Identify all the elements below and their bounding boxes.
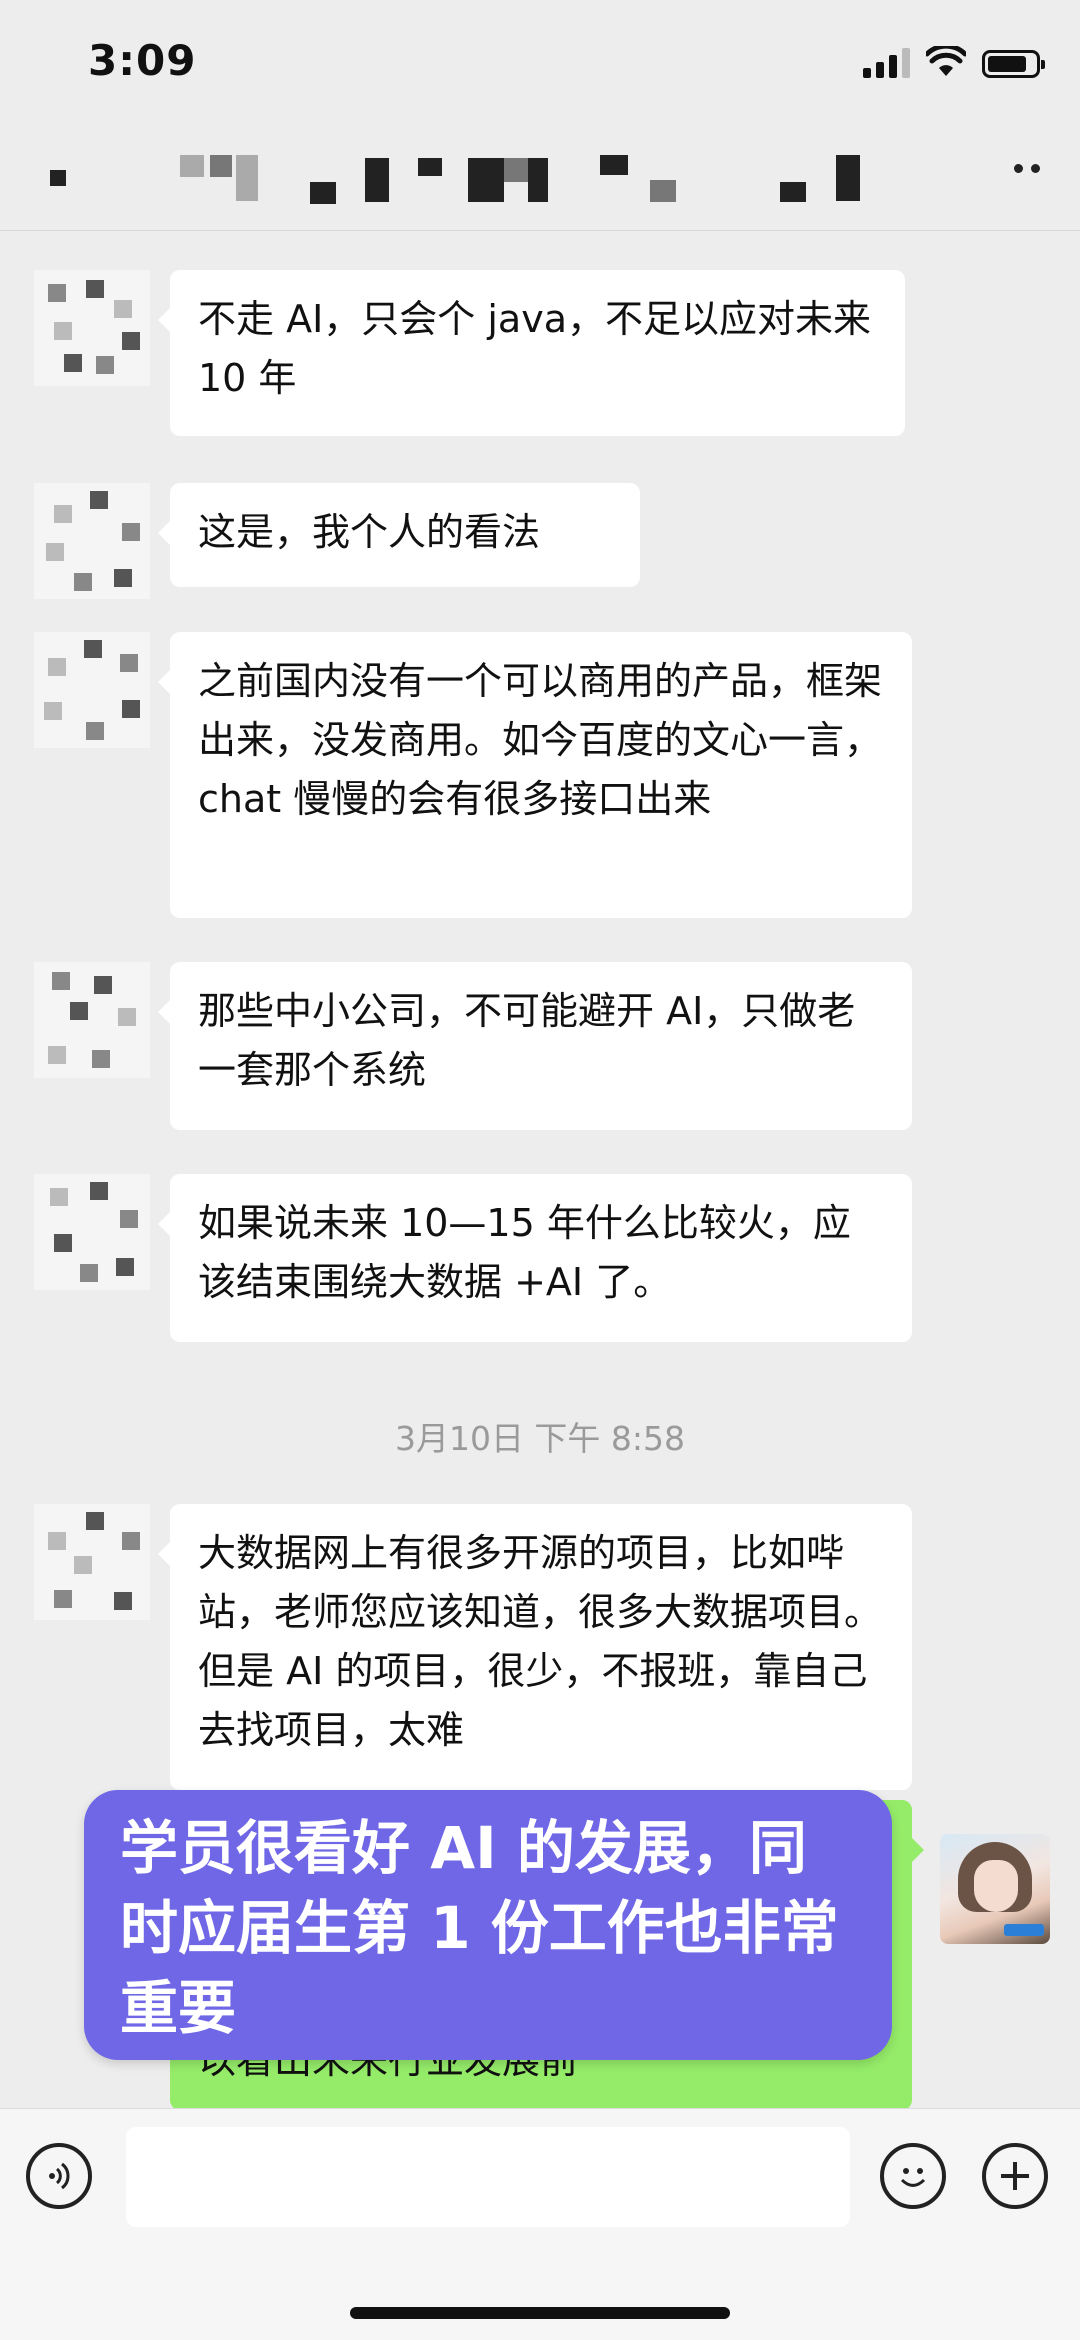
avatar[interactable] [34,1504,150,1620]
home-indicator[interactable] [350,2307,730,2319]
message-text: 如果说未来 10—15 年什么比较火，应该结束围绕大数据 +AI 了。 [198,1201,851,1304]
input-bar [0,2108,1080,2340]
battery-icon [982,50,1045,78]
chat-timestamp: 3月10日 下午 8:58 [394,1419,686,1458]
status-bar: 3:09 [0,0,1080,120]
caption-overlay: 学员很看好 AI 的发展，同时应届生第 1 份工作也非常重要 [84,1790,892,2060]
message-bubble[interactable]: 不走 AI，只会个 java，不足以应对未来 10 年 [158,270,905,436]
message-input[interactable] [126,2127,850,2227]
wifi-icon [926,46,966,76]
user-avatar[interactable] [940,1834,1050,1944]
message-text: 这是，我个人的看法 [198,510,541,554]
message-bubble[interactable]: 这是，我个人的看法 [158,483,640,587]
emoji-icon[interactable] [880,2143,946,2209]
message-bubble[interactable]: 如果说未来 10—15 年什么比较火，应该结束围绕大数据 +AI 了。 [158,1174,912,1342]
avatar[interactable] [34,1174,150,1290]
avatar[interactable] [34,270,150,386]
message-bubble[interactable]: 那些中小公司，不可能避开 AI，只做老一套那个系统 [158,962,912,1130]
message-text: 大数据网上有很多开源的项目，比如哔站，老师您应该知道，很多大数据项目。但是 AI… [198,1531,883,1752]
avatar[interactable] [34,483,150,599]
avatar[interactable] [34,632,150,748]
signal-bars-icon [863,46,910,78]
message-text: 不走 AI，只会个 java，不足以应对未来 10 年 [198,297,871,400]
voice-icon[interactable] [26,2143,92,2209]
message-bubble[interactable]: 大数据网上有很多开源的项目，比如哔站，老师您应该知道，很多大数据项目。但是 AI… [158,1504,912,1790]
status-time: 3:09 [88,36,197,85]
message-text: 之前国内没有一个可以商用的产品，框架出来，没发商用。如今百度的文心一言，chat… [198,659,883,821]
status-icons [863,46,1045,78]
more-dots-icon[interactable] [1014,164,1040,173]
plus-icon[interactable] [982,2143,1048,2209]
message-bubble[interactable]: 之前国内没有一个可以商用的产品，框架出来，没发商用。如今百度的文心一言，chat… [158,632,912,918]
message-text: 那些中小公司，不可能避开 AI，只做老一套那个系统 [198,989,856,1092]
chat-header [0,120,1080,231]
avatar[interactable] [34,962,150,1078]
